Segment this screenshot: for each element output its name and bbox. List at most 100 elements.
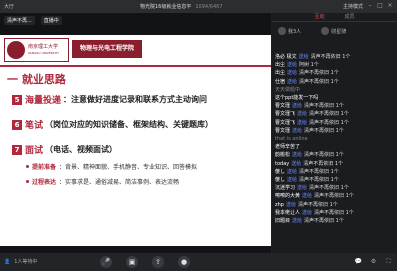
chat-user[interactable]: 出尘 — [275, 70, 285, 76]
chat-action: 送给 — [287, 62, 298, 69]
chat-text: 清声不再依旧 1个 — [310, 54, 351, 60]
chat-message: today 送给 清声不再依旧 1个 — [275, 160, 394, 168]
chat-feed[interactable]: 洛必 极文 送给 清声不再依旧 1个 出尘 送给 阿树 1个 出尘 送给 清声不再依旧 1个 仕宿… — [272, 53, 397, 248]
chat-user[interactable]: 嚓嚓的大黄 — [275, 193, 300, 199]
fullscreen-icon[interactable]: ⛶ — [384, 257, 393, 266]
speaker-name: 财星骑 — [331, 28, 347, 35]
chat-message: 沉迷学习 送给 清声不再依旧 1个 — [275, 184, 394, 192]
slide-item: 7 面试 （电话、视频面试） — [12, 143, 267, 156]
room-id: 1094/6467 — [195, 4, 223, 10]
chat-message: that is online — [275, 135, 394, 143]
chat-message: 出尘 送给 阿树 1个 — [275, 61, 394, 69]
speaker-item[interactable]: 我3人 — [278, 26, 301, 36]
chat-user[interactable]: 韵桃松 — [275, 152, 290, 158]
bullet-key: 过程表达 — [32, 179, 57, 186]
chat-message: 曹文瑾飞 送给 清声不再依旧 1个 — [275, 119, 394, 127]
chat-text: 阿树 1个 — [299, 62, 319, 69]
chat-tabs: 互动 成员 — [272, 13, 397, 22]
stage-tags: 清声不再... 直播中 — [4, 16, 62, 25]
bottom-bar: 👤 1人等待中 🎤 ▣ ⇪ ● 💬 ⚙ ⛶ — [0, 253, 397, 271]
maximize-icon[interactable]: □ — [377, 2, 383, 10]
slide-bullet: 提前准备 ：背景、精神面貌、手机静音、专业知识、回答模拟 — [26, 162, 267, 171]
slide-item: 6 笔试 （岗位对应的知识储备、框架结构、关键题库） — [12, 118, 267, 131]
slide-bullets: 提前准备 ：背景、精神面貌、手机静音、专业知识、回答模拟 过程表达 ：实事求是、… — [26, 162, 267, 186]
chat-user[interactable]: 老师辛苦了 — [275, 144, 300, 150]
chat-user[interactable]: 出尘 — [275, 62, 285, 68]
attendee-label: 1人等待中 — [14, 259, 38, 265]
chat-user[interactable]: 傻し — [275, 169, 285, 175]
chat-message: 曹文瑾 送给 清声不再依旧 1个 — [275, 102, 394, 110]
university-seal-icon — [7, 41, 25, 59]
chat-message: 曹文瑾 送给 清声不再依旧 1个 — [275, 127, 394, 135]
chat-user[interactable]: 我本佬让人 — [275, 210, 300, 216]
chat-message: zhp 送给 清声不再依旧 1个 — [275, 201, 394, 209]
chat-user[interactable]: 傻し — [275, 177, 285, 183]
share-icon[interactable]: ⇪ — [152, 256, 164, 268]
chat-action: 送给 — [302, 193, 313, 200]
chat-user[interactable]: 旧题目 — [275, 218, 290, 224]
chat-user[interactable]: 这个ppt能发一下吗 — [275, 95, 318, 101]
window-controls: 主持模式 – □ × — [343, 2, 393, 10]
bullet-dot-icon — [26, 180, 29, 183]
item-desc: （电话、视频面试） — [45, 145, 118, 154]
school-name: 物理与光电工程学院 — [72, 40, 142, 58]
speaker-name: 我3人 — [288, 28, 302, 35]
speaker-item[interactable]: 财星骑 — [321, 26, 346, 36]
settings-icon[interactable]: ⚙ — [369, 257, 378, 266]
lobby-label[interactable]: 大厅 — [4, 3, 14, 10]
item-number: 5 — [12, 94, 22, 105]
chat-user[interactable]: today — [275, 161, 289, 167]
chat-message: 傻し 送给 清声不再依旧 1个 — [275, 168, 394, 176]
slide-item: 5 海量投递 ：注意做好进度记录和联系方式主动询问 — [12, 93, 267, 106]
chat-user[interactable]: zhp — [275, 202, 284, 208]
chat-text: 清声不再依旧 1个 — [297, 201, 338, 208]
chat-text: 清声不再依旧 1个 — [299, 168, 339, 175]
chat-user[interactable]: 曹文瑾 — [275, 103, 290, 109]
chat-user[interactable]: 曹文瑾飞 — [275, 120, 295, 126]
chat-text: 清声不再依旧 1个 — [309, 119, 349, 126]
chat-user[interactable]: 洛必 极文 — [275, 54, 297, 60]
chat-text: 清声不再依旧 1个 — [309, 111, 349, 118]
camera-icon[interactable]: ▣ — [126, 256, 138, 268]
attendee-status: 👤 1人等待中 — [4, 258, 38, 266]
bullet-key: 提前准备 — [32, 164, 57, 171]
chat-icon[interactable]: 💬 — [354, 257, 363, 266]
close-icon[interactable]: × — [387, 2, 393, 10]
chat-message: 天天做题中 — [275, 86, 394, 94]
avatar — [278, 27, 286, 35]
item-number: 7 — [12, 144, 22, 155]
slide-header: 南京理工大学 JIANGSU UNIVERSITY 物理与光电工程学院 — [0, 35, 271, 65]
chat-action: 送给 — [287, 70, 298, 77]
chat-message: 出尘 送给 清声不再依旧 1个 — [275, 69, 394, 77]
chat-text: 清声不再依旧 1个 — [314, 209, 354, 216]
chat-user[interactable]: 沉迷学习 — [275, 185, 295, 191]
chat-message: 曹文瑾飞 送给 清声不再依旧 1个 — [275, 110, 394, 118]
speaker-list: 我3人 财星骑 — [272, 22, 397, 40]
chat-message: 洛必 极文 送给 清声不再依旧 1个 — [275, 53, 394, 61]
university-logo: 南京理工大学 JIANGSU UNIVERSITY — [4, 38, 69, 62]
tab-interaction[interactable]: 互动 — [314, 13, 324, 21]
chat-user[interactable]: 曹文瑾飞 — [275, 111, 295, 117]
chat-user[interactable]: 曹文瑾 — [275, 128, 290, 134]
avatar — [321, 27, 330, 35]
chat-text: 清声不再依旧 1个 — [299, 70, 339, 77]
chat-action: 送给 — [292, 127, 303, 134]
chat-text: 清声不再依旧 1个 — [314, 193, 354, 200]
item-key: 笔试 — [25, 121, 44, 131]
chat-message: 旧题目 送给 清声不再依旧 1个 — [275, 217, 394, 225]
record-icon[interactable]: ● — [178, 256, 190, 268]
chat-message: 这个ppt能发一下吗 — [275, 94, 394, 102]
minimize-icon[interactable]: – — [367, 2, 373, 10]
bullet-text: ：实事求是、通俗减易、简洁事例、表达流畅 — [59, 179, 180, 186]
mic-icon[interactable]: 🎤 — [100, 256, 112, 268]
chat-text: 清声不再依旧 1个 — [303, 160, 344, 167]
tab-members[interactable]: 成员 — [345, 13, 355, 21]
chat-action: 送给 — [292, 152, 303, 159]
chat-user[interactable]: 仕宿 — [275, 79, 285, 85]
system-text: that is online — [275, 136, 308, 143]
chat-message: 老师辛苦了 — [275, 143, 394, 151]
chat-panel: 互动 成员 我3人 财星骑 洛必 极文 送给 清声不再依旧 1个 出尘 送给 阿树 1个出… — [272, 13, 397, 253]
system-text: 天天做题中 — [275, 86, 301, 93]
window-title: 物光院16级就业信息平 1094/6467 — [140, 3, 223, 10]
host-mode-label[interactable]: 主持模式 — [343, 3, 363, 10]
